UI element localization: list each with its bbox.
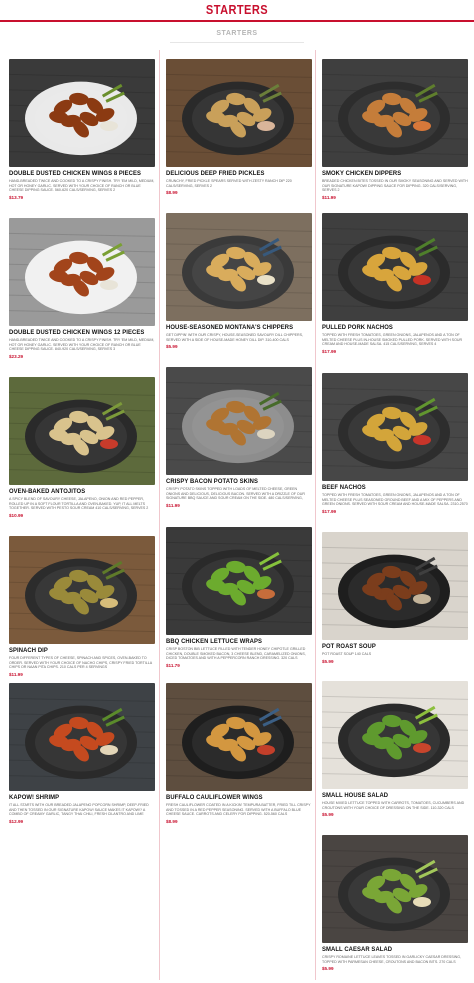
menu-item-description: TOPPED WITH FRESH TOMATOES, GREEN ONIONS… bbox=[322, 333, 463, 347]
section-heading: STARTERS bbox=[216, 30, 258, 37]
menu-item-photo bbox=[166, 683, 312, 791]
menu-item-photo bbox=[322, 59, 468, 167]
menu-item-price: $17.99 bbox=[322, 348, 337, 354]
menu-item[interactable]: DELICIOUS DEEP FRIED PICKLES CRUNCHY, FRI… bbox=[166, 59, 312, 195]
menu-item-description: CRISPY ROMAINE LETTUCE LEAVES TOSSED IN … bbox=[322, 955, 462, 964]
menu-item[interactable]: SMALL HOUSE SALAD HOUSE MIXED LETTUCE TOP… bbox=[322, 681, 468, 817]
menu-item-description: A SPICY BLEND OF SAVOURY CHEESE, JALAPEN… bbox=[9, 497, 149, 511]
menu-item-name: PULLED PORK NACHOS bbox=[322, 324, 393, 331]
menu-item-photo bbox=[166, 527, 312, 635]
menu-item-description: FOUR DIFFERENT TYPES OF CHEESE, SPINACH … bbox=[9, 656, 152, 670]
menu-item-description: IT ALL STARTS WITH OUR BREADED JALAPENO … bbox=[9, 803, 149, 817]
menu-item-photo bbox=[9, 377, 155, 485]
menu-item-price: $5.99 bbox=[322, 966, 334, 972]
menu-item-name: POT ROAST SOUP bbox=[322, 643, 376, 650]
menu-item-photo bbox=[9, 536, 155, 644]
menu-item[interactable]: HOUSE-SEASONED MONTANA'S CHIPPERS GET DIP… bbox=[166, 213, 312, 349]
menu-item-photo bbox=[322, 681, 468, 789]
menu-item-price: $8.99 bbox=[166, 818, 178, 824]
menu-item-name: DOUBLE DUSTED CHICKEN WINGS 12 PIECES bbox=[9, 329, 145, 336]
menu-item-name: SMALL HOUSE SALAD bbox=[322, 792, 389, 799]
menu-item-description: CRUNCHY, FRIED PICKLE SPEARS SERVED WITH… bbox=[166, 179, 292, 188]
menu-item-photo bbox=[322, 373, 468, 481]
menu-item-description: GET DIPPIN' WITH OUR CRISPY, HOUSE-SEASO… bbox=[166, 333, 304, 342]
menu-item-price: $23.29 bbox=[9, 353, 24, 359]
menu-item-description: CRISP BOSTON BIB LETTUCE FILLED WITH TEN… bbox=[166, 647, 306, 661]
menu-item-price: $10.99 bbox=[9, 512, 24, 518]
menu-item-name: CRISPY BACON POTATO SKINS bbox=[166, 478, 259, 485]
column-divider bbox=[315, 50, 316, 980]
menu-item[interactable]: BEEF NACHOS TOPPED WITH FRESH TOMATOES, G… bbox=[322, 373, 468, 514]
menu-item-name: BBQ CHICKEN LETTUCE WRAPS bbox=[166, 638, 263, 645]
page-title: STARTERS bbox=[205, 2, 269, 17]
menu-item-photo bbox=[322, 532, 468, 640]
menu-item-description: TOPPED WITH FRESH TOMATOES, GREEN ONIONS… bbox=[322, 493, 468, 507]
menu-item-name: DELICIOUS DEEP FRIED PICKLES bbox=[166, 170, 265, 177]
menu-item-name: DOUBLE DUSTED CHICKEN WINGS 8 PIECES bbox=[9, 170, 142, 177]
menu-item-name: KAPOW! SHRIMP bbox=[9, 794, 60, 801]
menu-item-photo bbox=[9, 218, 155, 326]
menu-item[interactable]: DOUBLE DUSTED CHICKEN WINGS 8 PIECES HAND… bbox=[9, 59, 155, 200]
menu-item-name: BEEF NACHOS bbox=[322, 484, 366, 491]
menu-item-description: HAND-BREADED TWICE AND COOKED TO A CRISP… bbox=[9, 179, 155, 193]
menu-item-price: $13.79 bbox=[9, 194, 24, 200]
menu-item-name: SMOKY CHICKEN DIPPERS bbox=[322, 170, 402, 177]
menu-item[interactable]: PULLED PORK NACHOS TOPPED WITH FRESH TOMA… bbox=[322, 213, 468, 354]
menu-item-photo bbox=[166, 367, 312, 475]
section-rule bbox=[170, 42, 304, 43]
menu-item-photo bbox=[322, 835, 468, 943]
menu-item[interactable]: KAPOW! SHRIMP IT ALL STARTS WITH OUR BREA… bbox=[9, 683, 155, 824]
menu-item[interactable]: SMOKY CHICKEN DIPPERS BREADED CHICKEN BIT… bbox=[322, 59, 468, 200]
menu-item-photo bbox=[166, 59, 312, 167]
menu-item-price: $11.99 bbox=[322, 194, 336, 200]
menu-item-price: $5.99 bbox=[322, 658, 334, 664]
menu-item-description: HAND-BREADED TWICE AND COOKED TO A CRISP… bbox=[9, 338, 155, 352]
menu-item-name: BUFFALO CAULIFLOWER WINGS bbox=[166, 794, 263, 801]
menu-item-description: CRISPY POTATO SKINS TOPPED WITH LOADS OF… bbox=[166, 487, 305, 501]
column-divider bbox=[159, 50, 160, 980]
menu-item[interactable]: OVEN-BAKED ANTOJITOS A SPICY BLEND OF SAV… bbox=[9, 377, 155, 518]
menu-item-price: $8.99 bbox=[166, 190, 178, 196]
menu-item-description: FRESH CAULIFLOWER COATED IN A KICKIN' TE… bbox=[166, 803, 311, 817]
menu-item[interactable]: SMALL CAESAR SALAD CRISPY ROMAINE LETTUCE… bbox=[322, 835, 468, 971]
menu-item-name: SMALL CAESAR SALAD bbox=[322, 946, 393, 953]
menu-item-photo bbox=[9, 683, 155, 791]
menu-item-photo bbox=[322, 213, 468, 321]
menu-item-price: $11.99 bbox=[166, 503, 180, 508]
menu-item[interactable]: CRISPY BACON POTATO SKINS CRISPY POTATO S… bbox=[166, 367, 312, 508]
menu-item-price: $5.99 bbox=[166, 344, 178, 350]
menu-item-photo bbox=[166, 213, 312, 321]
menu-item-price: $5.99 bbox=[322, 812, 334, 818]
menu-item[interactable]: DOUBLE DUSTED CHICKEN WINGS 12 PIECES HAN… bbox=[9, 218, 155, 359]
menu-item-description: POT ROAST SOUP 140 CALS bbox=[322, 652, 372, 656]
menu-item-photo bbox=[9, 59, 155, 167]
menu-item-price: $11.79 bbox=[166, 662, 180, 668]
menu-item-name: OVEN-BAKED ANTOJITOS bbox=[9, 488, 86, 495]
menu-item[interactable]: SPINACH DIP FOUR DIFFERENT TYPES OF CHEES… bbox=[9, 536, 155, 677]
menu-item-description: HOUSE MIXED LETTUCE TOPPED WITH CARROTS,… bbox=[322, 801, 465, 810]
menu-item-price: $11.99 bbox=[9, 671, 23, 677]
menu-item-price: $12.99 bbox=[9, 819, 24, 824]
menu-item[interactable]: BUFFALO CAULIFLOWER WINGS FRESH CAULIFLOW… bbox=[166, 683, 312, 824]
menu-item-description: BREADED CHICKEN BITES TOSSED IN OUR SMOK… bbox=[322, 179, 468, 193]
menu-item-name: SPINACH DIP bbox=[9, 647, 48, 654]
menu-item-name: HOUSE-SEASONED MONTANA'S CHIPPERS bbox=[166, 324, 294, 331]
menu-item-price: $17.99 bbox=[322, 509, 337, 514]
menu-item[interactable]: POT ROAST SOUP POT ROAST SOUP 140 CALS $5.… bbox=[322, 532, 468, 664]
menu-item[interactable]: BBQ CHICKEN LETTUCE WRAPS CRISP BOSTON BI… bbox=[166, 527, 312, 668]
page-header: STARTERS bbox=[0, 0, 474, 22]
